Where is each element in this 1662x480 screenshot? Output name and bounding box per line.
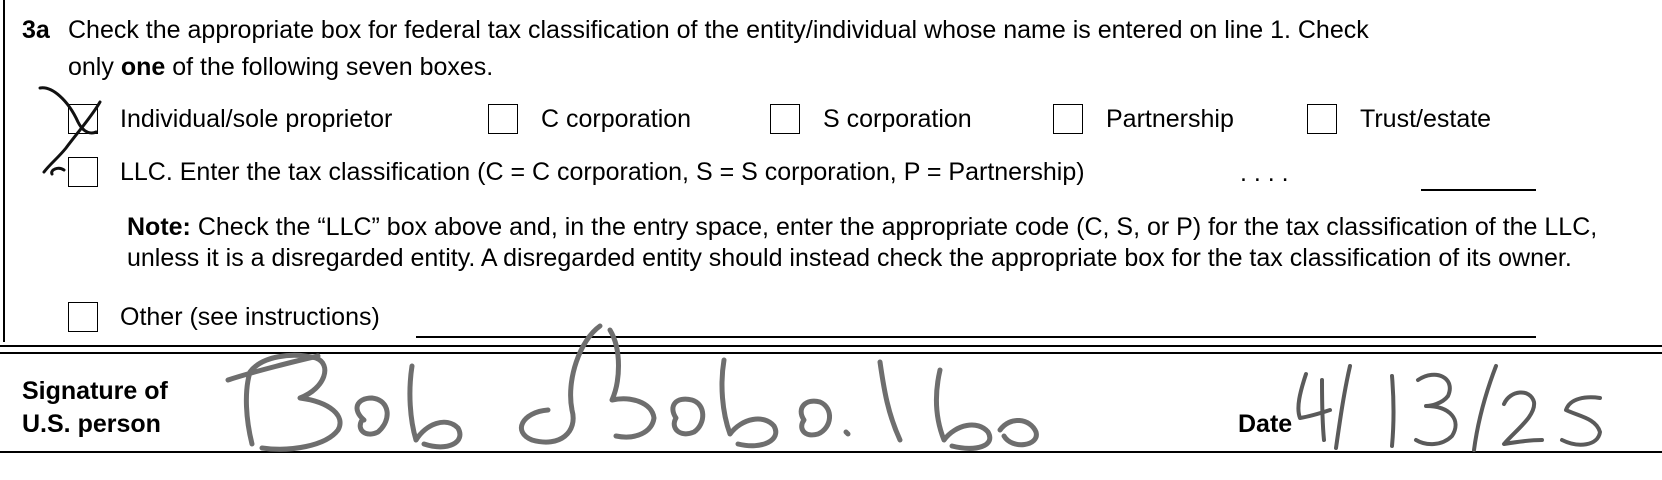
handwriting-layer [38, 86, 1602, 452]
w9-form-fragment: 3a Check the appropriate box for federal… [0, 0, 1662, 480]
handwritten-signature [225, 323, 1039, 452]
checkmark-x-icon [38, 86, 102, 176]
handwritten-date [1296, 364, 1602, 452]
